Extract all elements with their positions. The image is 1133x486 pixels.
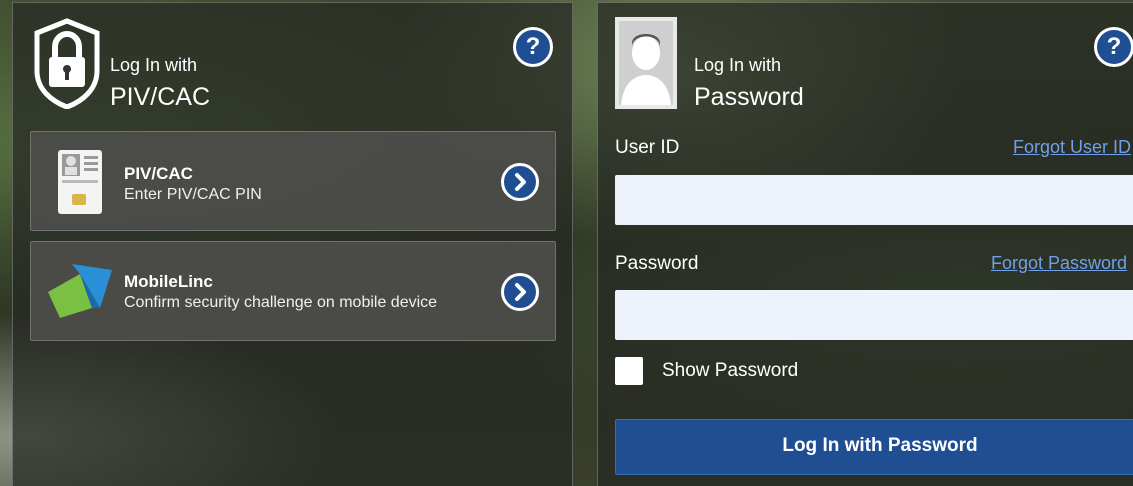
forgot-password-link[interactable]: Forgot Password bbox=[991, 253, 1127, 274]
option-title: PIV/CAC bbox=[124, 164, 193, 183]
piv-card-icon bbox=[58, 150, 102, 214]
help-icon[interactable]: ? bbox=[513, 27, 553, 67]
show-password-label[interactable]: Show Password bbox=[662, 360, 798, 382]
user-id-label: User ID bbox=[615, 137, 680, 158]
user-avatar-icon bbox=[615, 17, 677, 109]
mobilelinc-logo-icon bbox=[48, 264, 112, 318]
mobilelinc-option[interactable]: MobileLinc Confirm security challenge on… bbox=[30, 241, 556, 341]
login-with-password-button[interactable]: Log In with Password bbox=[615, 419, 1133, 475]
piv-login-panel: Log In with PIV/CAC ? PIV/CAC Enter PIV/… bbox=[12, 2, 573, 486]
option-description: Enter PIV/CAC PIN bbox=[124, 186, 262, 203]
help-icon[interactable]: ? bbox=[1094, 27, 1133, 67]
password-heading-small: Log In with bbox=[694, 55, 782, 75]
password-input[interactable] bbox=[615, 290, 1133, 340]
option-title: MobileLinc bbox=[124, 272, 213, 291]
forgot-user-id-link[interactable]: Forgot User ID bbox=[1013, 137, 1131, 158]
piv-heading-large: PIV/CAC bbox=[110, 83, 211, 111]
piv-heading-small: Log In with bbox=[110, 55, 198, 75]
password-login-panel: Log In with Password ? User ID Forgot Us… bbox=[597, 2, 1133, 486]
password-heading-large: Password bbox=[694, 83, 804, 111]
password-label: Password bbox=[615, 253, 699, 274]
show-password-checkbox[interactable] bbox=[615, 357, 643, 385]
chevron-right-icon[interactable] bbox=[501, 163, 539, 201]
lock-shield-icon bbox=[34, 18, 100, 109]
piv-cac-option[interactable]: PIV/CAC Enter PIV/CAC PIN bbox=[30, 131, 556, 231]
chevron-right-icon[interactable] bbox=[501, 273, 539, 311]
option-description: Confirm security challenge on mobile dev… bbox=[124, 294, 438, 311]
user-id-input[interactable] bbox=[615, 175, 1133, 225]
